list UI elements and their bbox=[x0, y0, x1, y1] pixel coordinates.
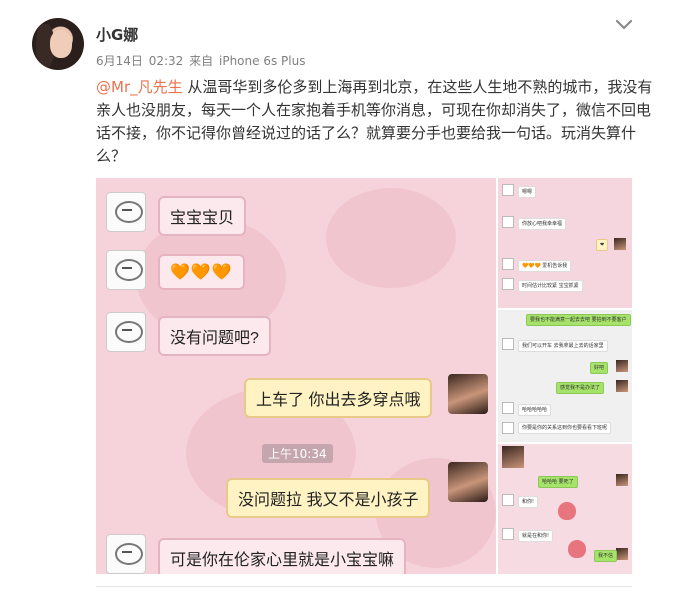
mini-bubble: 时间估计比较紧 宝宝抓紧 bbox=[518, 280, 583, 292]
chat-thumbnail-2[interactable]: 要我也不能满意一起去去吧 要拍到不要客户 我们可以开车 去我拿最上去的话家里 好… bbox=[498, 310, 632, 442]
chat-thumbnail-3[interactable]: 哈哈哈 要死了 和你! 就是在和你! 我不信 bbox=[498, 444, 632, 574]
contact-avatar bbox=[106, 312, 146, 352]
self-avatar bbox=[448, 462, 488, 502]
chat-bubble-self: 没问题拉 我又不是小孩子 bbox=[226, 478, 431, 518]
mini-bubble-self: 要我也不能满意一起去去吧 要拍到不要客户 bbox=[526, 314, 631, 326]
self-avatar bbox=[616, 360, 628, 372]
contact-avatar bbox=[502, 338, 514, 350]
mention-link[interactable]: @Mr_凡先生 bbox=[96, 78, 183, 96]
user-avatar[interactable] bbox=[32, 18, 84, 70]
divider bbox=[96, 586, 632, 587]
chat-bubble-self: 上车了 你出去多穿点哦 bbox=[244, 378, 433, 418]
strawberry-icon bbox=[568, 540, 586, 558]
contact-avatar bbox=[502, 184, 514, 196]
contact-avatar bbox=[106, 192, 146, 232]
contact-avatar bbox=[502, 422, 514, 434]
contact-avatar bbox=[502, 446, 524, 468]
weibo-post: 小G娜 6月14日 02:32 来自 iPhone 6s Plus @Mr_凡先… bbox=[0, 0, 673, 592]
self-avatar bbox=[614, 238, 626, 250]
contact-avatar bbox=[502, 528, 514, 540]
chat-bubble-hearts: 🧡🧡🧡 bbox=[158, 254, 245, 290]
chat-bubble: 可是你在伦家心里就是小宝宝嘛 bbox=[158, 538, 407, 574]
chat-timestamp: 上午10:34 bbox=[262, 444, 333, 463]
contact-avatar bbox=[502, 278, 514, 290]
strawberry-icon bbox=[558, 502, 576, 520]
chat-bubble: 没有问题吧? bbox=[158, 316, 271, 356]
chat-bubble: 宝宝宝贝 bbox=[158, 196, 247, 236]
mini-bubble: 你要是你的关系这到你也要看看下班呢 bbox=[518, 422, 612, 434]
self-avatar bbox=[448, 374, 488, 414]
post-time[interactable]: 02:32 bbox=[149, 54, 184, 68]
mini-bubble-self: 感觉我不是办法了 bbox=[556, 382, 605, 394]
avatar-face bbox=[50, 30, 72, 58]
mini-bubble: 和你! bbox=[518, 496, 539, 508]
mini-bubble-self: ❤ bbox=[596, 239, 609, 251]
chat-screenshot-main[interactable]: 宝宝宝贝 🧡🧡🧡 没有问题吧? 上车了 你出去多穿点哦 上午10:34 没问题拉… bbox=[96, 178, 496, 574]
chat-thumbnail-1[interactable]: 嗯嗯 你放心吧我幸幸福 ❤ 🧡🧡🧡 爱机告诉我 时间估计比较紧 宝宝抓紧 bbox=[498, 178, 632, 308]
mini-bubble: 🧡🧡🧡 爱机告诉我 bbox=[518, 260, 572, 272]
post-meta: 6月14日 02:32 来自 iPhone 6s Plus bbox=[96, 52, 307, 69]
contact-avatar bbox=[502, 402, 514, 414]
mini-bubble-self: 好吧 bbox=[590, 362, 609, 374]
chevron-down-icon[interactable] bbox=[614, 18, 634, 32]
heart-icon: 🧡🧡🧡 bbox=[170, 264, 233, 281]
post-body: @Mr_凡先生 从温哥华到多伦多到上海再到北京，在这些人生地不熟的城市，我没有亲… bbox=[96, 76, 656, 168]
contact-avatar bbox=[502, 494, 514, 506]
source-prefix: 来自 bbox=[189, 54, 214, 68]
post-date[interactable]: 6月14日 bbox=[96, 54, 143, 68]
self-avatar bbox=[616, 474, 628, 486]
mini-bubble-self: 我不信 bbox=[594, 550, 618, 562]
self-avatar bbox=[616, 380, 628, 392]
mini-bubble: 哈哈哈哈哈 bbox=[518, 404, 552, 416]
contact-avatar bbox=[106, 534, 146, 574]
bg-pattern bbox=[326, 188, 456, 288]
contact-avatar bbox=[106, 250, 146, 290]
mini-bubble: 嗯嗯 bbox=[518, 186, 537, 198]
contact-avatar bbox=[502, 216, 514, 228]
mini-bubble: 就是在和你! bbox=[518, 530, 554, 542]
post-source[interactable]: iPhone 6s Plus bbox=[219, 54, 305, 68]
mini-bubble-self: 哈哈哈 要死了 bbox=[538, 476, 578, 488]
username[interactable]: 小G娜 bbox=[96, 24, 138, 45]
mini-bubble: 你放心吧我幸幸福 bbox=[518, 218, 567, 230]
mini-bubble: 我们可以开车 去我拿最上去的话家里 bbox=[518, 340, 608, 352]
self-avatar bbox=[616, 548, 628, 560]
contact-avatar bbox=[502, 258, 514, 270]
